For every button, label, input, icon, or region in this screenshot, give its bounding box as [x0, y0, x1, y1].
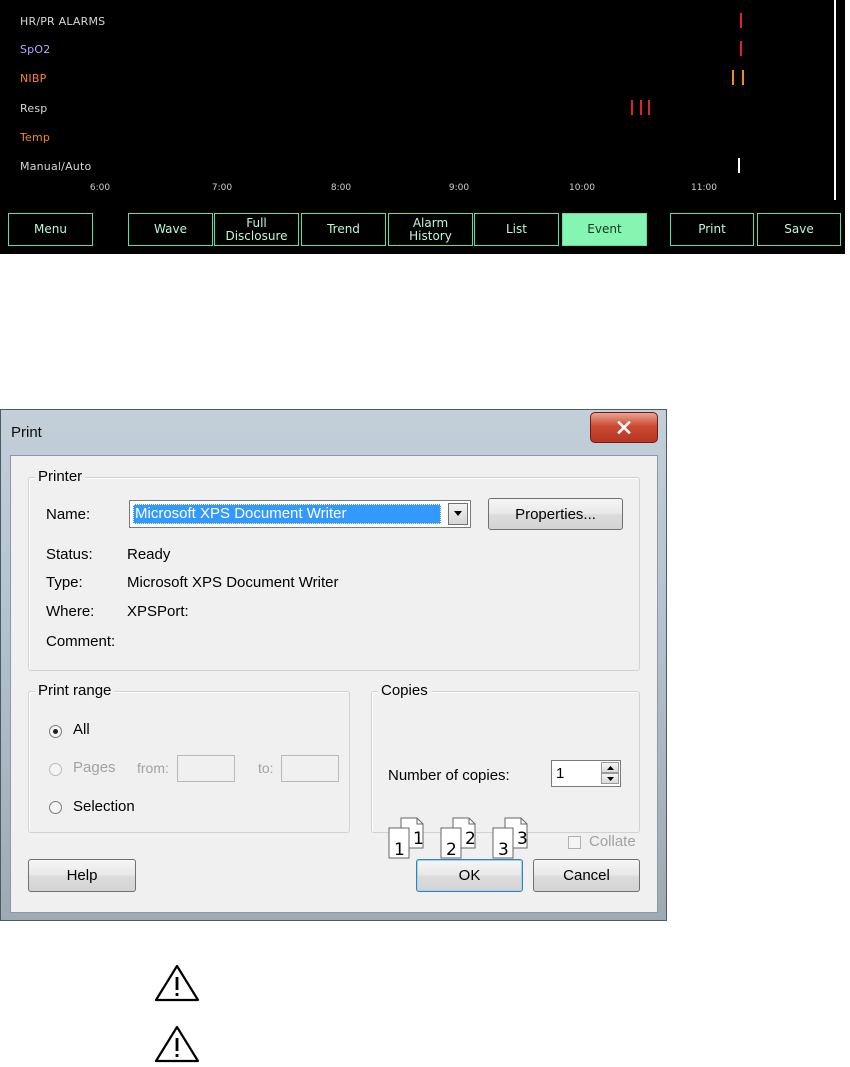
time-tick-label: 11:00	[691, 183, 717, 193]
svg-text:2: 2	[446, 840, 457, 860]
monitor-button-event[interactable]: Event	[562, 213, 647, 246]
time-tick-label: 9:00	[448, 183, 470, 193]
svg-text:1: 1	[394, 840, 405, 860]
from-input[interactable]	[177, 755, 235, 782]
properties-button[interactable]: Properties...	[488, 498, 623, 530]
help-button[interactable]: Help	[28, 859, 136, 892]
monitor-event-screen: HR/PR ALARMS SpO2 NIBP Resp Temp Manual/Auto …	[0, 0, 845, 254]
dropdown-arrow-button[interactable]	[448, 503, 468, 525]
monitor-button-full-disclosure[interactable]: Full Disclosure	[214, 213, 299, 246]
to-label: to:	[258, 760, 274, 776]
print-dialog: Print Printer Name: Microsoft XPS Docume…	[0, 409, 667, 921]
svg-text:3: 3	[498, 840, 509, 860]
spin-down-button[interactable]	[601, 773, 619, 784]
radio-pages-label[interactable]: Pages	[73, 759, 116, 776]
event-row-label: Temp	[20, 131, 51, 144]
svg-text:1: 1	[413, 829, 424, 849]
print-range-group-label: Print range	[35, 683, 115, 699]
close-icon	[617, 421, 631, 434]
copies-spinbox[interactable]: 1	[551, 760, 621, 787]
comment-label: Comment:	[46, 633, 116, 650]
warning-icon	[154, 1025, 200, 1063]
copies-group-label: Copies	[378, 683, 431, 699]
ok-button[interactable]: OK	[416, 859, 523, 892]
arrow-up-icon	[606, 765, 614, 770]
monitor-button-list[interactable]: List	[474, 213, 559, 246]
name-label: Name:	[46, 506, 91, 523]
where-label: Where:	[46, 603, 95, 620]
time-tick-label: 6:00	[89, 183, 111, 193]
event-marker	[740, 41, 742, 56]
spin-buttons	[601, 762, 619, 785]
monitor-button-wave[interactable]: Wave	[128, 213, 213, 246]
svg-text:3: 3	[517, 829, 528, 849]
cancel-button[interactable]: Cancel	[533, 859, 640, 892]
radio-selection-label[interactable]: Selection	[73, 798, 135, 815]
status-label: Status:	[46, 546, 93, 563]
copies-value: 1	[556, 765, 565, 782]
warning-icon	[154, 964, 200, 1002]
printer-name-value: Microsoft XPS Document Writer	[133, 504, 441, 524]
dialog-title: Print	[11, 424, 42, 441]
arrow-down-icon	[606, 776, 614, 781]
collate-label[interactable]: Collate	[589, 833, 636, 850]
close-button[interactable]	[590, 412, 658, 443]
chart-border	[834, 0, 836, 200]
monitor-button-alarm-history[interactable]: Alarm History	[388, 213, 473, 246]
printer-group-label: Printer	[35, 469, 86, 485]
where-value: XPSPort:	[127, 603, 189, 620]
dialog-client-area: Printer Name: Microsoft XPS Document Wri…	[10, 455, 658, 913]
event-marker	[640, 100, 642, 115]
event-marker	[740, 13, 742, 28]
collate-preview-icon: 1 1 2 2 3 3	[388, 817, 528, 860]
time-tick-label: 8:00	[330, 183, 352, 193]
monitor-button-save[interactable]: Save	[757, 213, 841, 246]
radio-pages[interactable]	[49, 763, 62, 776]
radio-selection[interactable]	[49, 801, 62, 814]
collate-checkbox[interactable]	[568, 836, 581, 849]
event-marker	[742, 70, 744, 85]
type-value: Microsoft XPS Document Writer	[127, 574, 339, 591]
event-row-label: Manual/Auto	[20, 160, 92, 173]
event-row-label: HR/PR ALARMS	[20, 15, 106, 28]
event-row-label: NIBP	[20, 72, 47, 85]
from-label: from:	[137, 760, 169, 776]
event-row-label: Resp	[20, 102, 48, 115]
monitor-button-trend[interactable]: Trend	[301, 213, 386, 246]
event-marker	[648, 100, 650, 115]
type-label: Type:	[46, 574, 83, 591]
status-value: Ready	[127, 546, 171, 563]
to-input[interactable]	[281, 755, 339, 782]
number-of-copies-label: Number of copies:	[388, 767, 510, 784]
radio-all[interactable]	[49, 725, 62, 738]
monitor-button-menu[interactable]: Menu	[8, 213, 93, 246]
radio-all-label[interactable]: All	[73, 721, 90, 738]
chevron-down-icon	[454, 511, 462, 516]
event-row-label: SpO2	[20, 43, 51, 56]
spin-up-button[interactable]	[601, 762, 619, 773]
event-marker	[732, 70, 734, 85]
monitor-button-print[interactable]: Print	[670, 213, 754, 246]
time-tick-label: 7:00	[211, 183, 233, 193]
svg-text:2: 2	[465, 829, 476, 849]
event-marker	[738, 158, 740, 173]
printer-name-select[interactable]: Microsoft XPS Document Writer	[129, 500, 471, 528]
time-tick-label: 10:00	[569, 183, 595, 193]
event-marker	[631, 100, 633, 115]
